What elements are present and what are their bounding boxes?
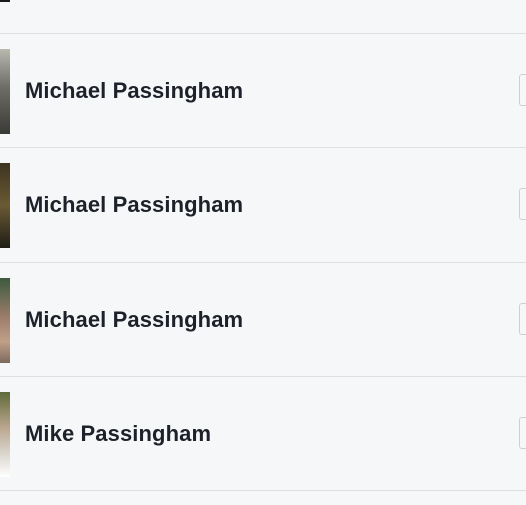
avatar[interactable] xyxy=(0,49,10,134)
avatar[interactable] xyxy=(0,278,10,363)
avatar[interactable] xyxy=(0,392,10,477)
person-name-link[interactable]: Michael Passingham xyxy=(25,192,243,218)
avatar[interactable] xyxy=(0,0,10,2)
list-item: Michael Passingham xyxy=(0,33,526,147)
person-name-link[interactable]: Michael Passingham xyxy=(25,78,243,104)
list-item: Mike Passingham xyxy=(0,376,526,491)
add-friend-button[interactable] xyxy=(519,303,526,335)
person-name-link[interactable]: Mike Passingham xyxy=(25,421,211,447)
list-item: Michael Passingham xyxy=(0,147,526,261)
list-item: Michael Passingham xyxy=(0,262,526,376)
list-item-partial xyxy=(0,0,526,33)
add-friend-button[interactable] xyxy=(519,188,526,220)
people-list: Michael Passingham Michael Passingham Mi… xyxy=(0,0,526,505)
add-friend-button[interactable] xyxy=(519,74,526,106)
divider xyxy=(0,490,526,491)
avatar[interactable] xyxy=(0,163,10,248)
add-friend-button[interactable] xyxy=(519,417,526,449)
person-name-link[interactable]: Michael Passingham xyxy=(25,307,243,333)
